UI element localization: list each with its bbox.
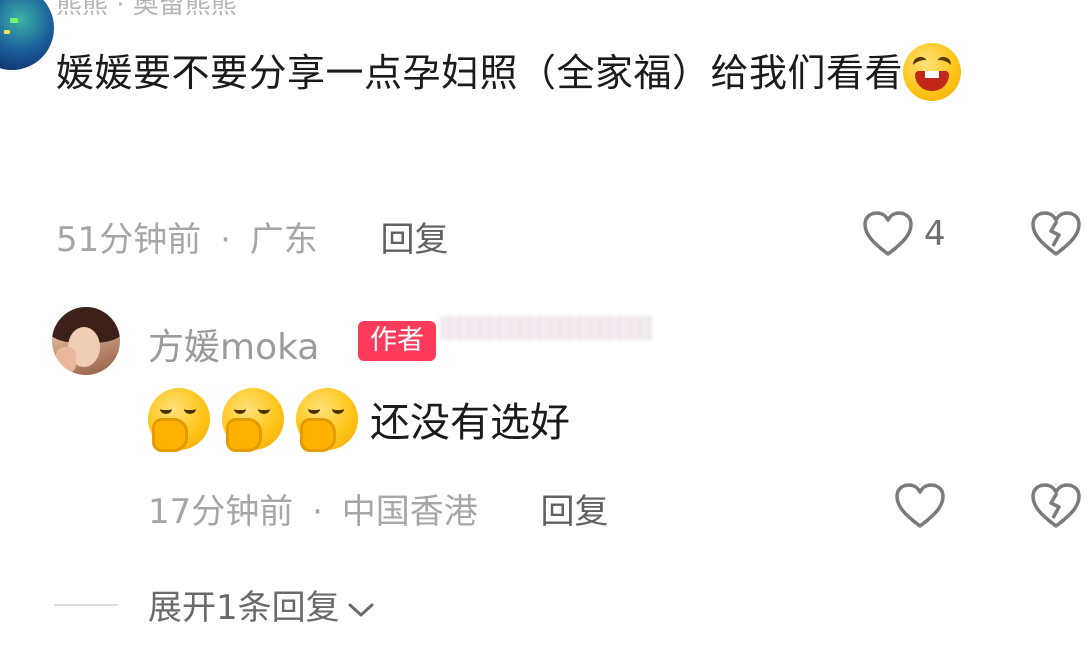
like-heart-icon[interactable] <box>862 210 914 258</box>
comment-time: 17分钟前 <box>148 492 294 532</box>
reply-comment-body: 还没有选好 <box>370 400 570 446</box>
meta-separator: · <box>220 220 231 260</box>
author-name[interactable]: 方媛moka <box>148 318 319 370</box>
author-badge: 作者 <box>358 321 436 361</box>
face-with-hand-over-mouth-icon <box>222 388 284 452</box>
blurred-region <box>440 316 652 340</box>
reply-comment-meta: 17分钟前 · 中国香港 回复 <box>148 484 609 533</box>
expand-divider <box>54 604 118 606</box>
comment-location: 广东 <box>249 220 318 260</box>
commenter-avatar[interactable] <box>0 0 54 70</box>
reply-comment-text: 还没有选好 <box>148 385 570 459</box>
like-count: 4 <box>924 214 946 254</box>
parent-comment-meta: 51分钟前 · 广东 回复 <box>56 212 449 261</box>
dislike-broken-heart-icon[interactable] <box>1030 482 1082 530</box>
expand-replies-button[interactable]: 展开1条回复 <box>148 580 376 629</box>
laughing-emoji-icon <box>903 42 962 101</box>
comment-location: 中国香港 <box>341 492 478 532</box>
parent-comment-body: 媛媛要不要分享一点孕妇照（全家福）给我们看看 <box>56 51 904 95</box>
like-heart-icon[interactable] <box>894 482 946 530</box>
face-with-hand-over-mouth-icon <box>296 388 358 452</box>
meta-separator: · <box>312 492 323 532</box>
reply-button[interactable]: 回复 <box>381 220 449 260</box>
dislike-broken-heart-icon[interactable] <box>1030 210 1082 258</box>
reply-button[interactable]: 回复 <box>541 492 609 532</box>
parent-comment-text: 媛媛要不要分享一点孕妇照（全家福）给我们看看 <box>56 40 1076 106</box>
author-avatar[interactable] <box>52 307 120 375</box>
chevron-down-icon <box>348 603 374 616</box>
face-with-hand-over-mouth-icon <box>148 388 210 452</box>
expand-replies-label: 展开1条回复 <box>148 588 340 628</box>
comment-time: 51分钟前 <box>56 220 202 260</box>
commenter-header-fragment: 熊熊 · 奥留熊熊 <box>56 0 237 20</box>
